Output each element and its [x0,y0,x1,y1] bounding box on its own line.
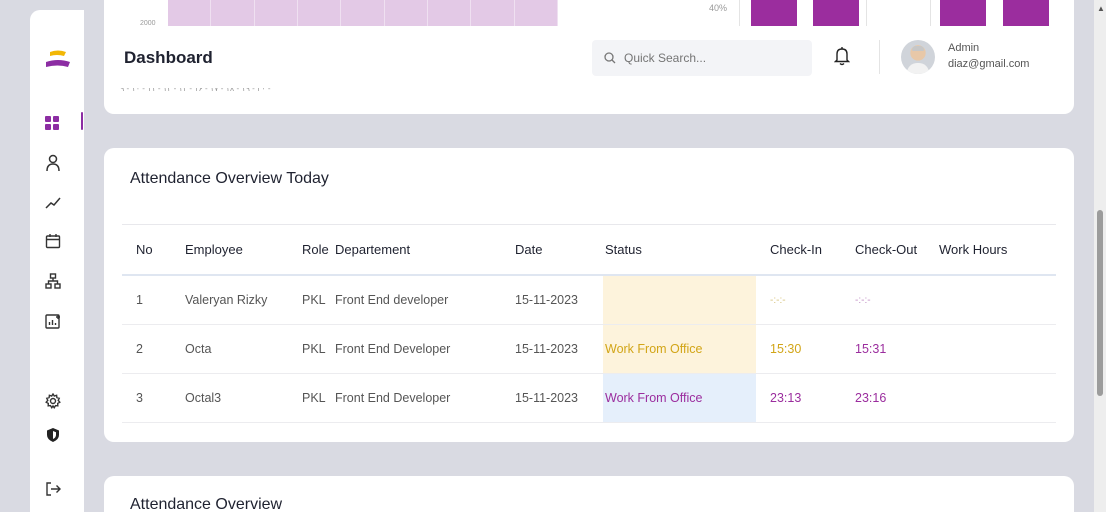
col-department: Departement [335,242,411,257]
cell-check-out: 23:16 [855,391,887,405]
logout-icon [46,482,61,496]
nav-settings[interactable] [45,390,75,412]
cell-role: PKL [302,342,326,356]
sidebar [0,0,84,512]
card-title: Attendance Overview Today [130,170,329,187]
shield-icon [47,428,59,442]
grid-icon [45,116,59,130]
header-divider [879,40,880,74]
cell-employee: Octal3 [185,391,222,405]
table-row[interactable]: 1 Valeryan Rizky PKL Front End developer… [122,276,1056,325]
col-check-in: Check-In [770,242,823,257]
nav-analytics[interactable] [45,310,75,332]
scroll-up-arrow[interactable]: ▲ [1097,4,1105,13]
col-role: Role [302,242,329,257]
user-icon [46,154,60,172]
cell-date: 15-11-2023 [515,293,579,307]
cell-date: 15-11-2023 [515,342,579,356]
nav-security[interactable] [45,424,75,446]
cell-check-in: 15:30 [770,342,802,356]
avatar[interactable] [901,40,935,74]
chart-bar [813,0,859,26]
col-work-hours: Work Hours [939,242,1008,257]
chart-bar [751,0,797,26]
attendance-today-card: Attendance Overview Today No Employee Ro… [104,148,1074,442]
calendar-icon [45,234,61,249]
card-title: Attendance Overview [130,496,283,512]
cell-no: 2 [136,342,143,356]
col-check-out: Check-Out [855,242,918,257]
attendance-overview-card: Attendance Overview [104,476,1074,512]
table-header: No Employee Role Departement Date Status… [122,225,1056,276]
chart-area-bars [168,0,558,26]
col-status: Status [605,242,642,257]
chart-add-icon [45,314,60,329]
cell-status: Work From Office [603,325,756,373]
cell-department: Front End Developer [335,342,451,356]
table-row[interactable]: 2 Octa PKL Front End Developer 15-11-202… [122,325,1056,374]
page-title: Dashboard [124,48,213,67]
brand-logo [46,50,70,67]
col-employee: Employee [185,242,243,257]
nav-organization[interactable] [45,270,75,292]
user-role: Admin [948,42,980,54]
cell-status [603,276,756,324]
cell-department: Front End Developer [335,391,451,405]
nav-employees[interactable] [45,152,75,174]
nav-logout[interactable] [45,478,75,500]
user-email: diaz@gmail.com [948,58,1030,70]
trend-icon [45,197,61,209]
table-row[interactable]: 3 Octal3 PKL Front End Developer 15-11-2… [122,374,1056,423]
active-indicator [81,112,83,130]
cell-employee: Octa [185,342,212,356]
search-input[interactable] [624,51,794,65]
cell-check-out: 15:31 [855,342,887,356]
cell-check-out: -:-:- [855,294,871,306]
chart-bar [1003,0,1049,26]
cell-no: 1 [136,293,143,307]
scrollbar-thumb[interactable] [1097,210,1103,396]
cell-date: 15-11-2023 [515,391,579,405]
search-box[interactable] [592,40,812,76]
nav-calendar[interactable] [45,230,75,252]
cell-check-in: 23:13 [770,391,802,405]
cell-check-in: -:-:- [770,294,786,306]
cell-no: 3 [136,391,143,405]
nav-dashboard[interactable] [45,112,75,134]
settings-icon [45,393,61,409]
col-date: Date [515,242,543,257]
attendance-table: No Employee Role Departement Date Status… [122,224,1056,423]
notification-bell-icon[interactable] [834,46,850,66]
cell-status: Work From Office [603,374,756,422]
nav-reports[interactable] [45,192,75,214]
col-no: No [136,242,153,257]
top-header: Dashboard Admin diaz@gmail.com [104,26,1074,88]
cell-role: PKL [302,293,326,307]
hierarchy-icon [45,273,61,289]
search-icon [604,52,616,64]
chart-percent-label: 40% [709,3,728,13]
cell-role: PKL [302,391,326,405]
chart-bar [940,0,986,26]
cell-department: Front End developer [335,293,449,307]
cell-employee: Valeryan Rizky [185,293,268,307]
